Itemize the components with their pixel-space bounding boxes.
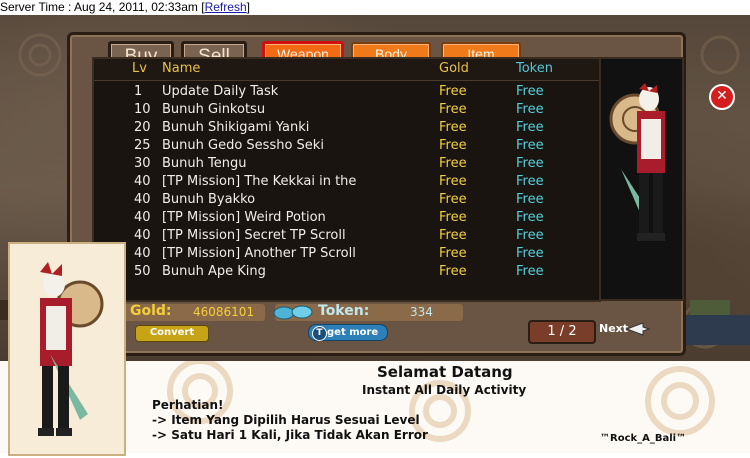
column-gold: Gold bbox=[439, 61, 469, 76]
row-token: Free bbox=[516, 174, 544, 189]
row-gold: Free bbox=[439, 228, 467, 243]
row-lv: 20 bbox=[134, 120, 151, 135]
row-token: Free bbox=[516, 84, 544, 99]
row-name: Bunuh Ape King bbox=[162, 264, 266, 279]
refresh-close-bracket: ] bbox=[246, 0, 250, 14]
page-indicator: 1 / 2 bbox=[528, 320, 596, 344]
player-avatar bbox=[8, 242, 126, 456]
row-lv: 40 bbox=[134, 210, 151, 225]
row-gold: Free bbox=[439, 120, 467, 135]
list-row[interactable]: 40 Bunuh Byakko Free Free bbox=[94, 191, 599, 209]
token-coins-icon bbox=[273, 305, 313, 320]
row-name: Bunuh Shikigami Yanki bbox=[162, 120, 310, 135]
row-lv: 30 bbox=[134, 156, 151, 171]
row-gold: Free bbox=[439, 102, 467, 117]
row-gold: Free bbox=[439, 264, 467, 279]
row-token: Free bbox=[516, 138, 544, 153]
row-token: Free bbox=[516, 120, 544, 135]
row-lv: 25 bbox=[134, 138, 151, 153]
row-gold: Free bbox=[439, 138, 467, 153]
row-name: Bunuh Gedo Sessho Seki bbox=[162, 138, 324, 153]
row-name: Bunuh Byakko bbox=[162, 192, 256, 207]
row-name: Bunuh Tengu bbox=[162, 156, 247, 171]
column-lv: Lv bbox=[132, 61, 147, 76]
list-row[interactable]: 30 Bunuh Tengu Free Free bbox=[94, 155, 599, 173]
ninja-avatar-icon bbox=[38, 262, 104, 436]
row-token: Free bbox=[516, 246, 544, 261]
warning-heading: Perhatian! bbox=[152, 398, 224, 412]
token-value: 334 bbox=[410, 305, 433, 319]
row-name: [TP Mission] Weird Potion bbox=[162, 210, 326, 225]
row-lv: 40 bbox=[134, 228, 151, 243]
row-lv: 40 bbox=[134, 246, 151, 261]
row-gold: Free bbox=[439, 192, 467, 207]
gold-label: Gold: bbox=[130, 303, 172, 319]
list-row[interactable]: 40 [TP Mission] Weird Potion Free Free bbox=[94, 209, 599, 227]
row-lv: 10 bbox=[134, 102, 151, 117]
row-name: [TP Mission] Secret TP Scroll bbox=[162, 228, 346, 243]
next-label: Next bbox=[599, 322, 629, 335]
column-name: Name bbox=[162, 61, 201, 76]
gold-value: 46086101 bbox=[193, 305, 255, 319]
token-t-icon: T bbox=[312, 326, 327, 341]
ninja-figure-icon bbox=[609, 83, 665, 241]
get-more-label: get more bbox=[327, 327, 379, 338]
row-gold: Free bbox=[439, 174, 467, 189]
list-header: Lv Name Gold Token bbox=[94, 59, 599, 81]
row-lv: 40 bbox=[134, 192, 151, 207]
row-token: Free bbox=[516, 264, 544, 279]
row-gold: Free bbox=[439, 156, 467, 171]
row-name: Bunuh Ginkotsu bbox=[162, 102, 266, 117]
row-lv: 1 bbox=[134, 84, 143, 99]
mission-list: Lv Name Gold Token 1 Update Daily Task F… bbox=[92, 57, 601, 302]
refresh-link[interactable]: Refresh bbox=[205, 0, 247, 14]
row-name: Update Daily Task bbox=[162, 84, 279, 99]
warning-line-2: -> Satu Hari 1 Kali, Jika Tidak Akan Err… bbox=[152, 428, 428, 442]
close-button[interactable]: ✕ bbox=[709, 84, 735, 110]
server-time-text: Server Time : Aug 24, 2011, 02:33am bbox=[0, 0, 198, 14]
list-row[interactable]: 40 [TP Mission] The Kekkai in the Free F… bbox=[94, 173, 599, 191]
list-row[interactable]: 20 Bunuh Shikigami Yanki Free Free bbox=[94, 119, 599, 137]
convert-button[interactable]: Convert bbox=[135, 325, 209, 342]
welcome-title: Selamat Datang bbox=[377, 363, 513, 381]
next-button[interactable]: Next bbox=[597, 318, 651, 340]
row-gold: Free bbox=[439, 84, 467, 99]
close-icon: ✕ bbox=[716, 88, 728, 104]
column-token: Token bbox=[516, 61, 553, 76]
row-lv: 50 bbox=[134, 264, 151, 279]
list-row[interactable]: 25 Bunuh Gedo Sessho Seki Free Free bbox=[94, 137, 599, 155]
warning-line-1: -> Item Yang Dipilih Harus Sesuai Level bbox=[152, 413, 420, 427]
author-signature: ™Rock_A_Bali™ bbox=[600, 433, 687, 444]
row-name: [TP Mission] The Kekkai in the bbox=[162, 174, 357, 189]
token-label: Token: bbox=[318, 303, 370, 319]
list-row[interactable]: 50 Bunuh Ape King Free Free bbox=[94, 263, 599, 281]
row-token: Free bbox=[516, 228, 544, 243]
list-row[interactable]: 40 [TP Mission] Secret TP Scroll Free Fr… bbox=[94, 227, 599, 245]
row-name: [TP Mission] Another TP Scroll bbox=[162, 246, 356, 261]
row-token: Free bbox=[516, 102, 544, 117]
get-more-button[interactable]: T get more bbox=[308, 324, 388, 341]
row-token: Free bbox=[516, 156, 544, 171]
list-row[interactable]: 1 Update Daily Task Free Free bbox=[94, 83, 599, 101]
list-row[interactable]: 40 [TP Mission] Another TP Scroll Free F… bbox=[94, 245, 599, 263]
row-lv: 40 bbox=[134, 174, 151, 189]
character-portrait bbox=[599, 57, 684, 301]
welcome-subtitle: Instant All Daily Activity bbox=[362, 383, 527, 397]
row-token: Free bbox=[516, 210, 544, 225]
row-token: Free bbox=[516, 192, 544, 207]
list-row[interactable]: 10 Bunuh Ginkotsu Free Free bbox=[94, 101, 599, 119]
row-gold: Free bbox=[439, 246, 467, 261]
arrow-right-icon bbox=[625, 322, 651, 336]
server-time-bar: Server Time : Aug 24, 2011, 02:33am [Ref… bbox=[0, 0, 250, 14]
row-gold: Free bbox=[439, 210, 467, 225]
